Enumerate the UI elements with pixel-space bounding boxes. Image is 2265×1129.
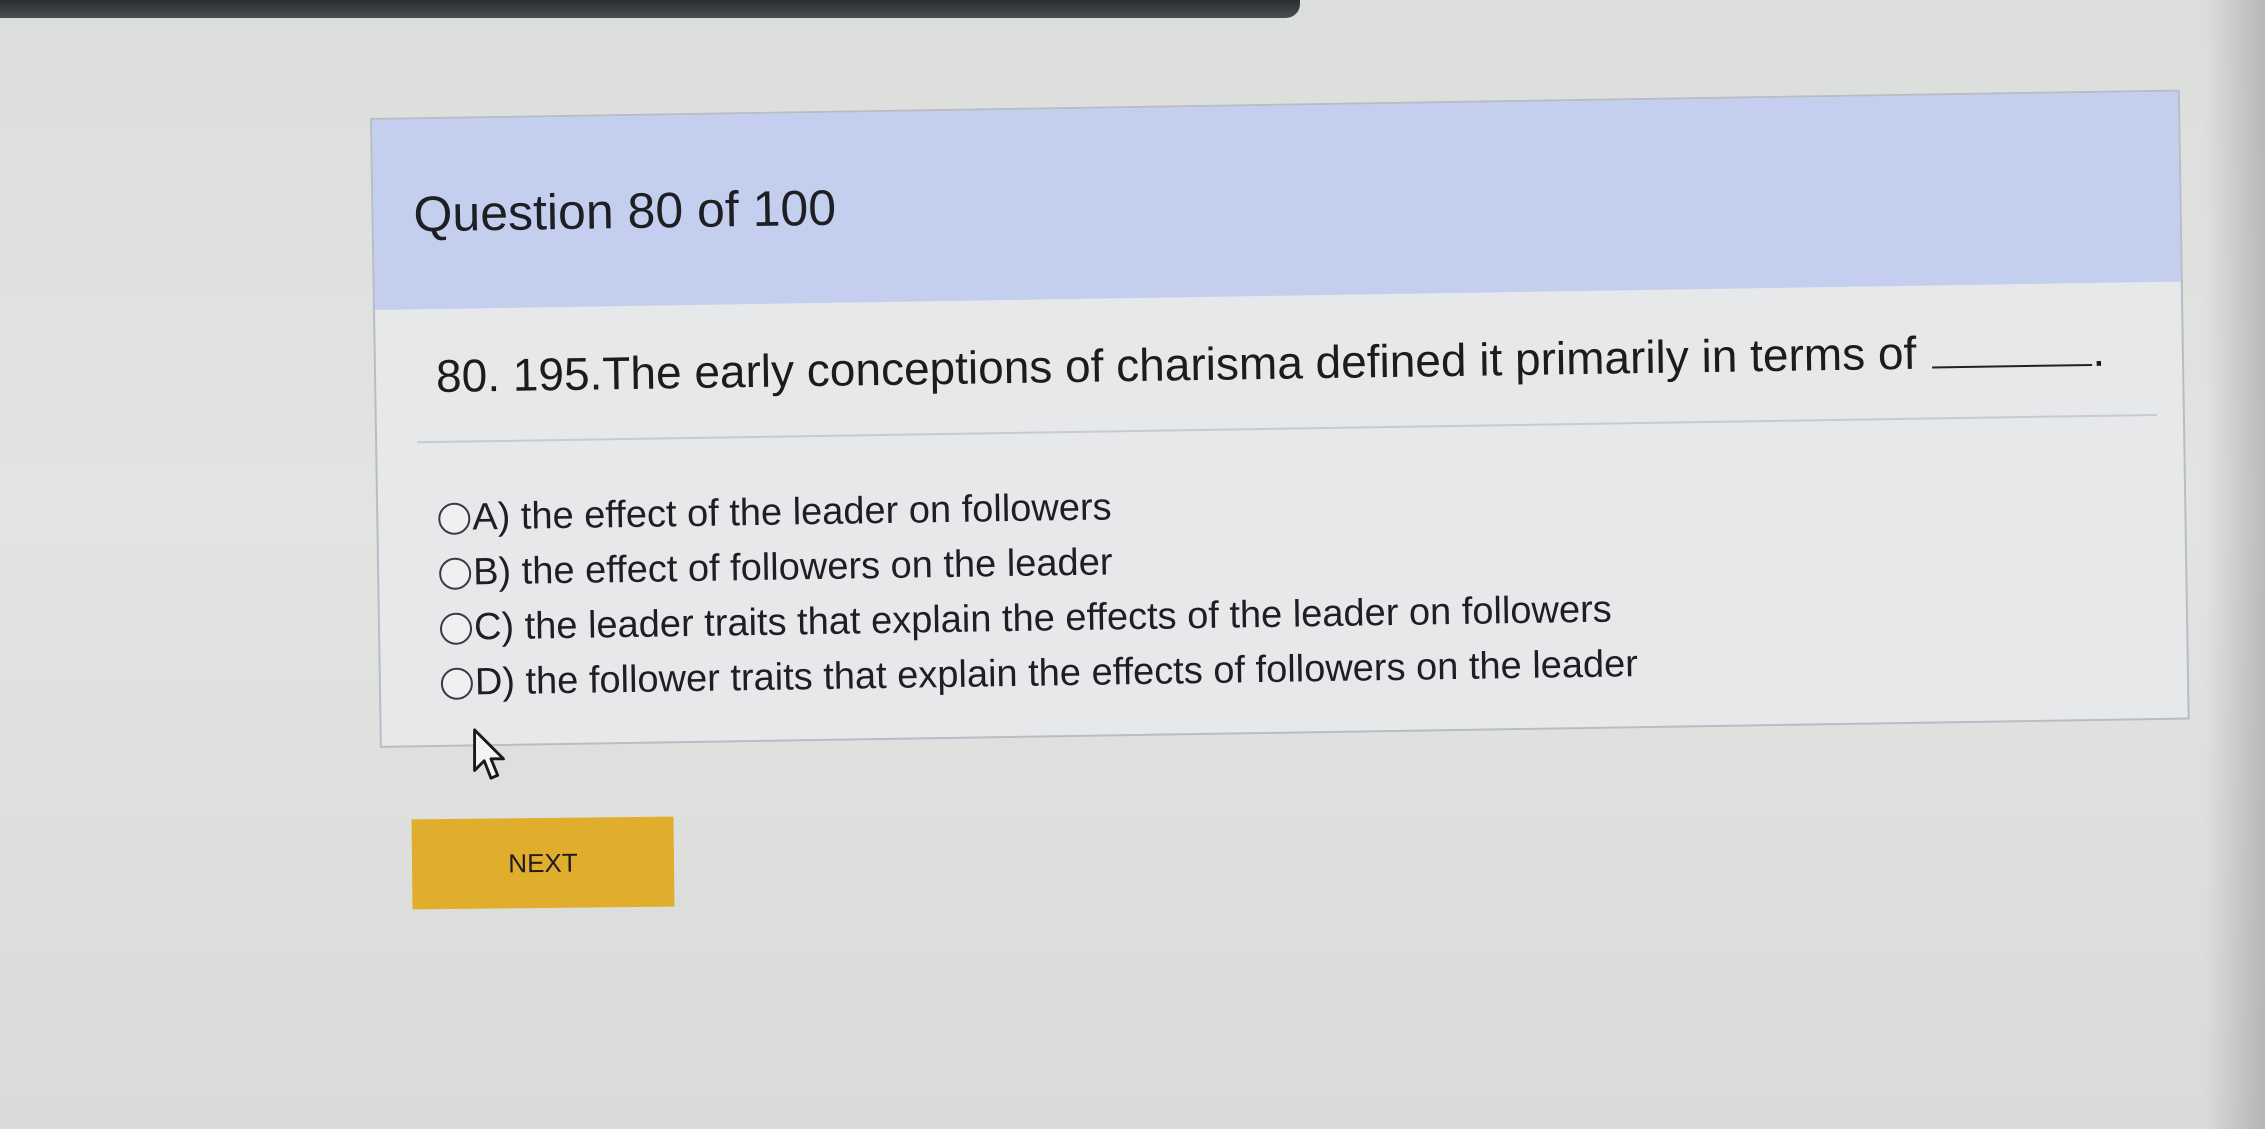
question-card: Question 80 of 100 80. 195.The early con… [370,89,2190,748]
option-b-label[interactable]: B) the effect of followers on the leader [473,541,1113,594]
option-a-label[interactable]: A) the effect of the leader on followers [472,486,1112,539]
answer-blank [1931,333,2093,369]
question-header: Question 80 of 100 [372,91,2181,310]
next-button[interactable]: NEXT [411,816,675,910]
question-prompt: 80. 195.The early conceptions of charism… [436,323,2106,403]
question-divider [417,413,2157,444]
radio-unselected-icon[interactable] [438,501,471,535]
screen-edge-shadow [2205,0,2265,1129]
mouse-pointer-icon [473,728,505,780]
radio-unselected-icon[interactable] [438,556,472,590]
question-counter: Question 80 of 100 [413,179,837,243]
question-blank-suffix: . [2091,323,2106,376]
answer-options: A) the effect of the leader on followers… [438,472,1638,711]
question-text: 80. 195.The early conceptions of charism… [435,326,1917,402]
radio-unselected-icon[interactable] [440,666,474,700]
radio-unselected-icon[interactable] [439,611,473,645]
option-d-label[interactable]: D) the follower traits that explain the … [475,643,1639,704]
screen-bezel [0,0,1300,18]
